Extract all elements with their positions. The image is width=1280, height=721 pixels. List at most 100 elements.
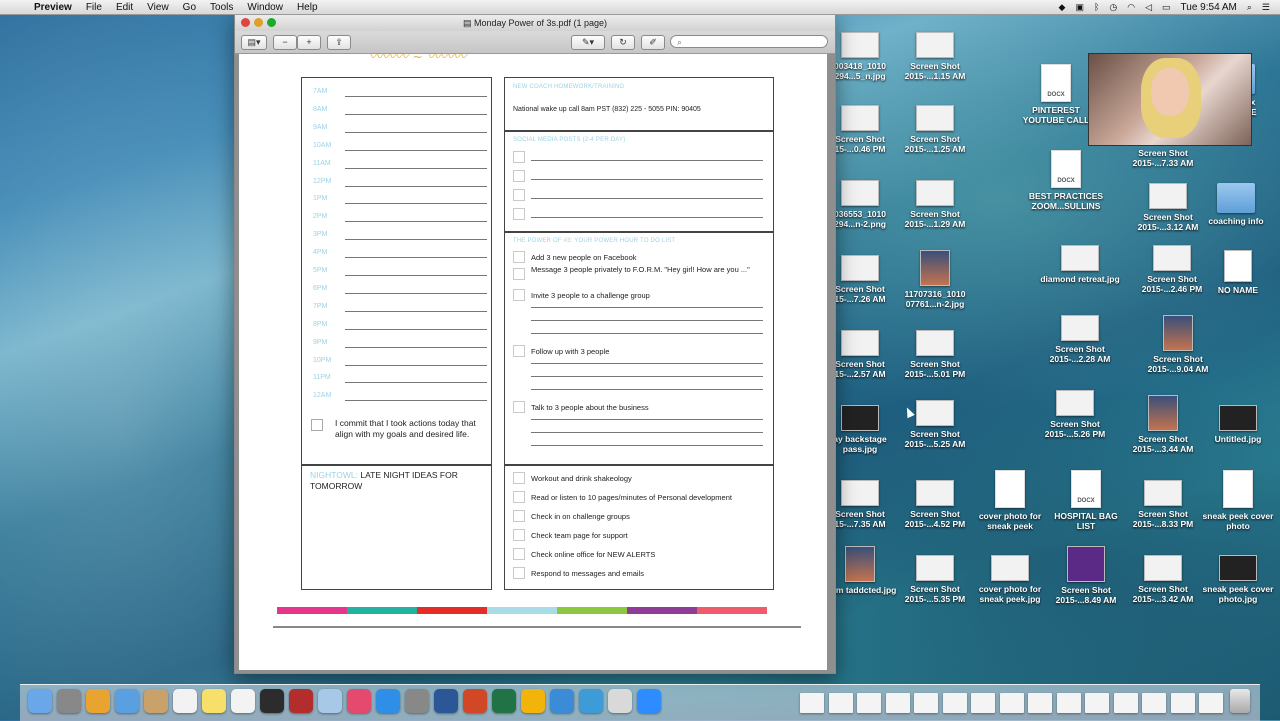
time-machine-icon[interactable]: ◷: [1109, 2, 1117, 13]
daily-item-checkbox[interactable]: [513, 548, 525, 560]
daily-item-checkbox[interactable]: [513, 491, 525, 503]
desktop-icon[interactable]: Untitled.jpg: [1198, 405, 1278, 444]
power-item-line[interactable]: [531, 445, 763, 446]
desktop-icon[interactable]: sneak peek cover photo: [1198, 470, 1278, 531]
minimize-button[interactable]: [254, 18, 263, 27]
menu-file[interactable]: File: [86, 2, 102, 13]
share-button[interactable]: ⇪: [327, 35, 351, 50]
power-item-checkbox[interactable]: [513, 345, 525, 357]
desktop-icon[interactable]: Screen Shot 2015-...3.44 AM: [1123, 395, 1203, 454]
power-item-checkbox[interactable]: [513, 251, 525, 263]
minimized-window-icon[interactable]: [1142, 693, 1166, 713]
window-titlebar[interactable]: ▤ Monday Power of 3s.pdf (1 page): [235, 15, 835, 31]
menu-app-name[interactable]: Preview: [34, 2, 72, 13]
sidebar-toggle-button[interactable]: ▤▾: [241, 35, 267, 50]
menu-tools[interactable]: Tools: [210, 2, 233, 13]
minimized-window-icon[interactable]: [1056, 693, 1081, 713]
minimized-window-icon[interactable]: [828, 693, 853, 713]
power-item-line[interactable]: [531, 432, 763, 433]
word-icon[interactable]: [434, 689, 458, 713]
close-button[interactable]: [241, 18, 250, 27]
menu-edit[interactable]: Edit: [116, 2, 133, 13]
desktop-icon[interactable]: Screen Shot 2015-...1.29 AM: [895, 180, 975, 229]
app-store-icon[interactable]: [376, 689, 400, 713]
dropbox-icon[interactable]: ◆: [1059, 2, 1066, 13]
calendar-icon[interactable]: [173, 689, 197, 713]
contacts-icon[interactable]: [144, 689, 168, 713]
schedule-time-line[interactable]: [345, 257, 487, 259]
desktop-icon[interactable]: Screen Shot 2015-...3.42 AM: [1123, 555, 1203, 604]
notification-center-icon[interactable]: ☰: [1262, 2, 1270, 13]
desktop-icon[interactable]: Screen Shot 2015-...7.33 AM: [1123, 145, 1203, 168]
schedule-time-line[interactable]: [345, 131, 487, 133]
powerpoint-icon[interactable]: [463, 689, 487, 713]
desktop-icon[interactable]: Screen Shot 2015-...9.04 AM: [1138, 315, 1218, 374]
minimized-window-icon[interactable]: [1170, 693, 1195, 713]
commit-checkbox[interactable]: [311, 419, 323, 431]
photos-icon[interactable]: [608, 689, 632, 713]
daily-item-checkbox[interactable]: [513, 567, 525, 579]
chrome-icon[interactable]: [86, 689, 110, 713]
power-item-checkbox[interactable]: [513, 268, 525, 280]
wifi-icon[interactable]: ◠: [1127, 2, 1135, 13]
schedule-time-line[interactable]: [345, 364, 487, 366]
schedule-time-line[interactable]: [345, 185, 487, 187]
schedule-time-line[interactable]: [345, 346, 487, 348]
power-item-checkbox[interactable]: [513, 289, 525, 301]
power-item-line[interactable]: [531, 307, 763, 308]
menu-help[interactable]: Help: [297, 2, 318, 13]
power-item-checkbox[interactable]: [513, 401, 525, 413]
desktop-icon[interactable]: Screen Shot 2015-...1.25 AM: [895, 105, 975, 154]
desktop-icon[interactable]: 11707316_1010 07761...n-2.jpg: [895, 250, 975, 309]
document-area[interactable]: 〰〰〰 ~ 〰〰〰 7AM 8AM 9AM 10AM 11AM 12PM 1PM 2PM 3PM…: [235, 54, 835, 673]
reminders-icon[interactable]: [231, 689, 255, 713]
desktop-icon[interactable]: NO NAME: [1198, 250, 1278, 295]
clock[interactable]: Tue 9:54 AM: [1181, 2, 1237, 13]
preview-icon[interactable]: [318, 689, 342, 713]
minimized-window-icon[interactable]: [999, 693, 1024, 713]
social-post-line[interactable]: [531, 160, 763, 161]
social-post-line[interactable]: [531, 179, 763, 180]
rotate-button[interactable]: ↻: [611, 35, 635, 50]
itunes-icon[interactable]: [347, 689, 371, 713]
schedule-time-line[interactable]: [345, 275, 487, 276]
power-item-line[interactable]: [531, 419, 763, 420]
zoom-in-button[interactable]: +: [297, 35, 321, 50]
power-item-line[interactable]: [531, 389, 763, 390]
schedule-time-line[interactable]: [345, 149, 487, 151]
excel-icon[interactable]: [492, 689, 516, 713]
minimized-window-icon[interactable]: [800, 693, 824, 713]
notes-icon[interactable]: [202, 689, 226, 713]
photo-booth-icon[interactable]: [289, 689, 313, 713]
minimized-window-icon[interactable]: [1199, 693, 1223, 713]
desktop-icon[interactable]: Screen Shot 2015-...4.52 PM: [895, 480, 975, 529]
desktop-icon[interactable]: Screen Shot 2015-...8.33 PM: [1123, 480, 1203, 529]
schedule-time-line[interactable]: [345, 221, 487, 223]
annotate-button[interactable]: ✎▾: [571, 35, 605, 50]
desktop-icon[interactable]: Screen Shot 2015-...5.35 PM: [895, 555, 975, 604]
minimized-window-icon[interactable]: [1028, 693, 1052, 713]
schedule-time-line[interactable]: [345, 328, 487, 330]
zoom-icon[interactable]: [637, 689, 661, 713]
menu-view[interactable]: View: [147, 2, 169, 13]
desktop-icon[interactable]: DOCX HOSPITAL BAG LIST: [1046, 470, 1126, 531]
daily-item-checkbox[interactable]: [513, 472, 525, 484]
facetime-icon[interactable]: [260, 689, 284, 713]
markup-toolbar-button[interactable]: ✐: [641, 35, 665, 50]
schedule-time-line[interactable]: [345, 113, 487, 115]
desktop-icon[interactable]: Screen Shot 2015-...1.15 AM: [895, 32, 975, 81]
daily-item-checkbox[interactable]: [513, 510, 525, 522]
social-post-checkbox[interactable]: [513, 189, 525, 201]
spotlight-icon[interactable]: ⌕: [1247, 2, 1252, 13]
desktop-icon[interactable]: diamond retreat.jpg: [1040, 245, 1120, 284]
power-item-line[interactable]: [531, 376, 763, 377]
desktop-icon[interactable]: sneak peek cover photo.jpg: [1198, 555, 1278, 604]
minimized-window-icon[interactable]: [885, 693, 910, 713]
minimized-window-icon[interactable]: [942, 693, 967, 713]
desktop-icon[interactable]: DOCX PINTEREST YOUTUBE CALL: [1016, 64, 1096, 125]
desktop-icon[interactable]: Screen Shot 2015-...2.28 AM: [1040, 315, 1120, 364]
outlook-icon[interactable]: [521, 689, 545, 713]
safari-icon[interactable]: [579, 689, 603, 713]
desktop-icon[interactable]: Screen Shot 2015-...5.26 PM: [1035, 390, 1115, 439]
social-post-checkbox[interactable]: [513, 170, 525, 182]
